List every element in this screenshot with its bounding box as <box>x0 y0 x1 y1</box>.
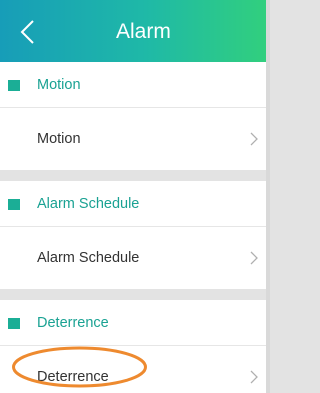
section-title-deterrence: Deterrence <box>37 315 109 331</box>
motion-row-label: Motion <box>37 131 81 147</box>
section-marker <box>8 318 20 329</box>
screen: Alarm Motion Motion Alarm Schedule Alarm… <box>0 0 270 393</box>
section-header-deterrence: Deterrence <box>0 300 266 346</box>
chevron-right-icon <box>248 368 260 386</box>
section-title-motion: Motion <box>37 77 81 93</box>
chevron-right-icon <box>248 249 260 267</box>
deterrence-row-label: Deterrence <box>37 369 109 385</box>
page-title: Alarm <box>116 20 171 43</box>
scrollbar-track <box>266 0 270 393</box>
section-title-alarm-schedule: Alarm Schedule <box>37 196 140 212</box>
alarm-schedule-row[interactable]: Alarm Schedule <box>0 227 266 289</box>
alarm-settings-page: Alarm Motion Motion Alarm Schedule Alarm… <box>0 0 266 393</box>
section-marker <box>8 199 20 210</box>
chevron-right-icon <box>248 130 260 148</box>
motion-row[interactable]: Motion <box>0 108 266 170</box>
section-header-alarm-schedule: Alarm Schedule <box>0 181 266 227</box>
app-header: Alarm <box>0 0 266 62</box>
chevron-left-icon <box>20 20 34 44</box>
section-header-motion: Motion <box>0 62 266 108</box>
alarm-schedule-row-label: Alarm Schedule <box>37 250 140 266</box>
section-marker <box>8 80 20 91</box>
deterrence-row[interactable]: Deterrence <box>0 346 266 393</box>
section-gap <box>0 289 266 300</box>
section-gap <box>0 170 266 181</box>
back-button[interactable] <box>12 12 52 52</box>
